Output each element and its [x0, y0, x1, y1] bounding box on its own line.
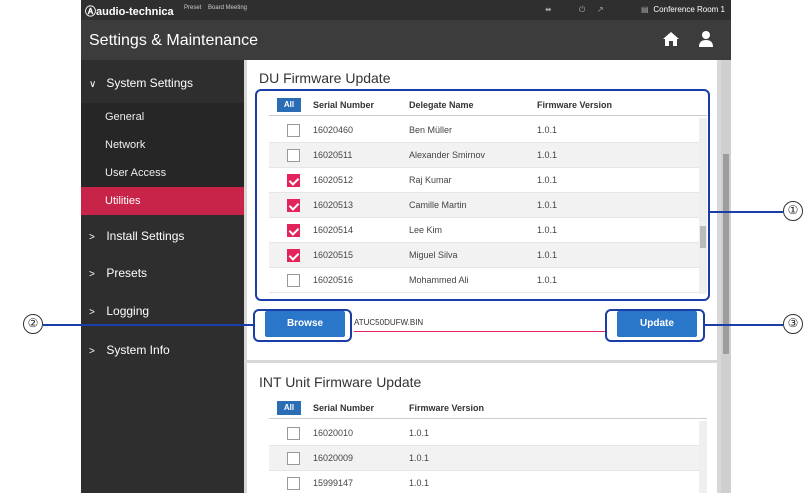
sidebar-item-user-access[interactable]: User Access	[81, 159, 244, 187]
home-icon[interactable]	[662, 30, 680, 48]
highlight-device-list	[255, 89, 710, 301]
callout-line-1	[710, 211, 783, 213]
chevron-right-icon: >	[89, 307, 95, 318]
highlight-update	[605, 309, 705, 342]
page-title: Settings & Maintenance	[89, 32, 258, 49]
int-table-header: All Serial Number Firmware Version	[269, 397, 707, 419]
int-table-scrollbar[interactable]	[699, 421, 707, 493]
int-section-title: INT Unit Firmware Update	[259, 374, 422, 390]
meeting-label: Board Meeting	[208, 5, 248, 11]
du-section-title: DU Firmware Update	[259, 70, 391, 86]
chevron-right-icon: >	[89, 232, 95, 243]
main-scrollbar[interactable]	[721, 60, 731, 493]
int-table-row[interactable]: 16020009 1.0.1	[269, 446, 707, 471]
callout-3: ③	[783, 314, 803, 334]
room-name: Conference Room 1	[653, 5, 725, 14]
sidebar-item-label: Logging	[106, 304, 150, 318]
column-firmware-version: Firmware Version	[409, 403, 485, 413]
callout-line-2	[43, 324, 253, 326]
sidebar-item-utilities[interactable]: Utilities	[81, 187, 244, 215]
chevron-right-icon: >	[89, 269, 95, 280]
sidebar-item-presets[interactable]: > Presets	[81, 254, 244, 292]
cell-serial: 16020009	[313, 453, 354, 463]
sidebar-item-install-settings[interactable]: > Install Settings	[81, 217, 244, 255]
chevron-right-icon: >	[89, 346, 95, 357]
select-all-button[interactable]: All	[277, 401, 301, 415]
sidebar: ∨ System Settings General Network User A…	[81, 60, 244, 493]
row-checkbox[interactable]	[287, 452, 300, 465]
power-icon: ⏻	[579, 5, 586, 14]
cell-version: 1.0.1	[409, 428, 430, 438]
highlight-browse	[253, 309, 352, 342]
row-checkbox[interactable]	[287, 477, 300, 490]
usb-icon: ⬌	[545, 5, 552, 14]
callout-2: ②	[23, 314, 43, 334]
cell-version: 1.0.1	[409, 453, 430, 463]
status-bar: Ⓐaudio-technica Preset Board Meeting ⬌ ⏻…	[81, 0, 731, 20]
cell-version: 1.0.1	[409, 478, 430, 488]
cell-serial: 15999147	[313, 478, 354, 488]
callout-1: ①	[783, 201, 803, 221]
brand-logo: Ⓐaudio-technica	[85, 6, 174, 18]
sidebar-item-label: Presets	[106, 266, 148, 280]
monitor-icon: ▤	[641, 5, 649, 14]
sidebar-item-label: System Settings	[106, 76, 194, 90]
sidebar-item-label: System Info	[106, 343, 170, 357]
sidebar-item-network[interactable]: Network	[81, 131, 244, 159]
int-table-row[interactable]: 16020010 1.0.1	[269, 421, 707, 446]
chevron-down-icon: ∨	[89, 79, 97, 90]
signal-icon: ↗	[597, 5, 604, 14]
sidebar-item-label: Install Settings	[106, 229, 185, 243]
user-icon[interactable]	[697, 30, 715, 48]
int-table-row[interactable]: 15999147 1.0.1	[269, 471, 707, 493]
cell-serial: 16020010	[313, 428, 354, 438]
callout-line-3	[705, 324, 783, 326]
sidebar-item-general[interactable]: General	[81, 103, 244, 131]
sidebar-item-system-info[interactable]: > System Info	[81, 331, 244, 369]
screenshot-stage: Ⓐaudio-technica Preset Board Meeting ⬌ ⏻…	[0, 0, 806, 493]
mode-label: Preset	[184, 5, 202, 11]
column-serial-number: Serial Number	[313, 403, 375, 413]
int-firmware-card: INT Unit Firmware Update All Serial Numb…	[247, 363, 717, 493]
row-checkbox[interactable]	[287, 427, 300, 440]
sidebar-item-system-settings[interactable]: ∨ System Settings	[81, 64, 244, 102]
firmware-file-field[interactable]: ATUC50DUFW.BIN	[354, 318, 606, 332]
page-header: Settings & Maintenance	[81, 20, 731, 60]
